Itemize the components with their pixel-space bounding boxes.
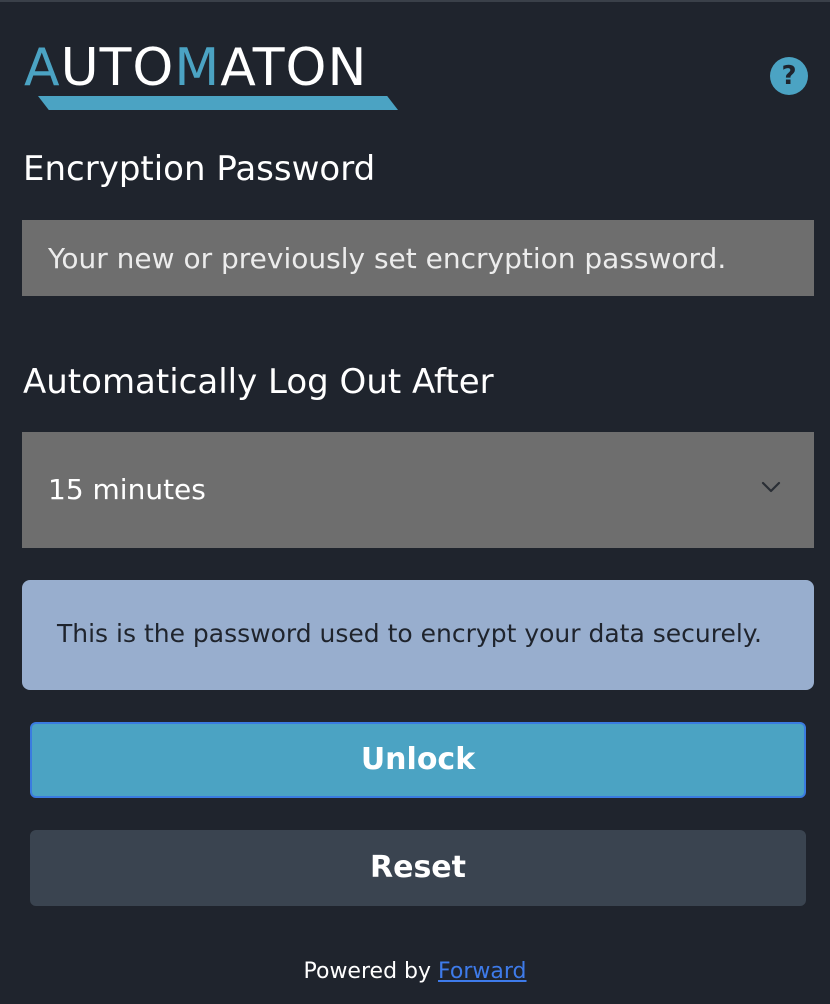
- top-border: [0, 0, 830, 2]
- unlock-button[interactable]: Unlock: [30, 722, 806, 798]
- forward-link[interactable]: Forward: [438, 959, 526, 984]
- encryption-password-input[interactable]: [22, 220, 814, 296]
- auto-logout-select[interactable]: 15 minutes: [22, 432, 814, 548]
- automaton-logo: AUTOMATON: [24, 38, 404, 114]
- info-message-text: This is the password used to encrypt you…: [57, 619, 762, 648]
- question-circle-icon[interactable]: ?: [770, 57, 808, 95]
- chevron-down-icon: [761, 481, 781, 493]
- logo-letters-uto: UTO: [60, 38, 175, 98]
- encryption-password-label: Encryption Password: [23, 149, 376, 189]
- auto-logout-label: Automatically Log Out After: [23, 362, 494, 402]
- logo-letter-m: M: [174, 38, 221, 98]
- logo-text: AUTOMATON: [24, 38, 367, 98]
- logo-letter-a: A: [24, 38, 61, 98]
- auto-logout-selected-value: 15 minutes: [48, 473, 206, 506]
- footer-prefix-text: Powered by: [303, 959, 432, 984]
- info-message-box: This is the password used to encrypt you…: [22, 580, 814, 690]
- footer: Powered by Forward: [0, 955, 830, 989]
- logo-letters-aton: ATON: [220, 38, 368, 98]
- logo-underline-bar: [38, 96, 398, 110]
- reset-button[interactable]: Reset: [30, 830, 806, 906]
